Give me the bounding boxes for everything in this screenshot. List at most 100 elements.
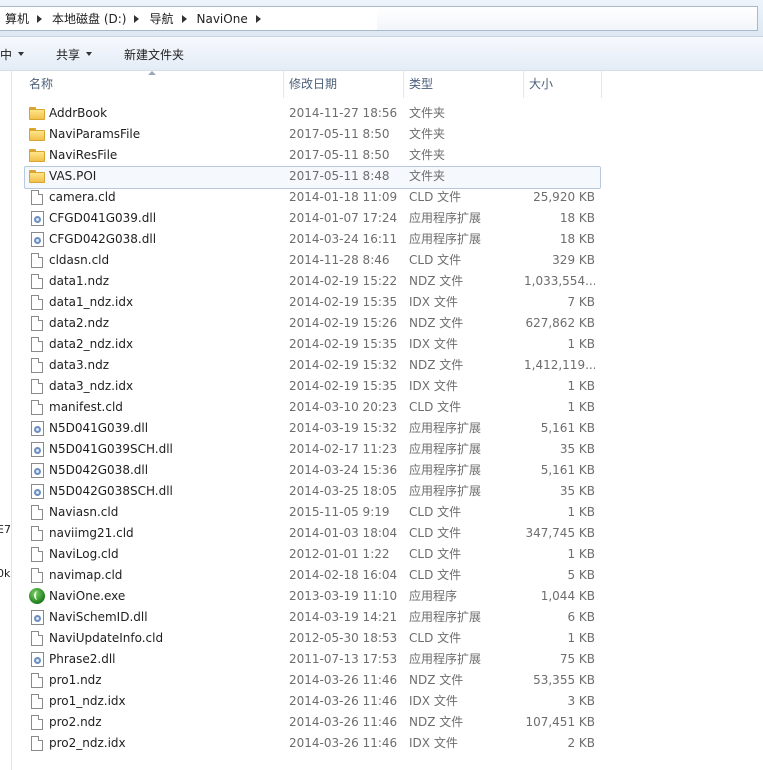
file-row[interactable]: NaviParamsFile 2017-05-11 8:50 文件夹	[12, 124, 763, 145]
file-date: 2014-02-17 11:23	[289, 442, 398, 456]
file-row[interactable]: pro1.ndz 2014-03-26 11:46 NDZ 文件 53,355 KB	[12, 670, 763, 691]
column-header-date[interactable]: 修改日期	[284, 71, 404, 98]
file-type: NDZ 文件	[409, 274, 464, 288]
file-name: NaviParamsFile	[49, 127, 141, 141]
file-row[interactable]: data3_ndz.idx 2014-02-19 15:35 IDX 文件 1 KB	[12, 376, 763, 397]
navigation-pane[interactable]: E7 0k	[0, 71, 12, 770]
file-row[interactable]: N5D042G038.dll 2014-03-24 15:36 应用程序扩展 5,16…	[12, 460, 763, 481]
file-type: CLD 文件	[409, 631, 462, 645]
column-header-type[interactable]: 类型	[404, 71, 524, 98]
file-date: 2014-02-19 15:22	[289, 274, 398, 288]
file-type: 文件夹	[409, 148, 446, 162]
file-date: 2014-02-19 15:35	[289, 337, 398, 351]
file-name: pro2_ndz.idx	[49, 736, 126, 750]
file-size: 5,161 KB	[540, 463, 595, 477]
file-row[interactable]: Phrase2.dll 2011-07-13 17:53 应用程序扩展 75 KB	[12, 649, 763, 670]
file-row[interactable]: N5D042G038SCH.dll 2014-03-25 18:05 应用程序扩展 3…	[12, 481, 763, 502]
breadcrumb-item-navione[interactable]: NaviOne	[193, 7, 267, 30]
include-label: 中	[0, 47, 13, 62]
file-row[interactable]: CFGD041G039.dll 2014-01-07 17:24 应用程序扩展 18 …	[12, 208, 763, 229]
file-date: 2014-02-19 15:26	[289, 316, 398, 330]
file-date: 2014-03-26 11:46	[289, 736, 398, 750]
file-row[interactable]: NaviSchemID.dll 2014-03-19 14:21 应用程序扩展 6 K…	[12, 607, 763, 628]
file-size: 107,451 KB	[525, 715, 595, 729]
file-name: data1_ndz.idx	[49, 295, 134, 309]
breadcrumb-item-drive-d[interactable]: 本地磁盘 (D:)	[48, 7, 145, 30]
file-name: data3.ndz	[49, 358, 109, 372]
file-row[interactable]: N5D041G039SCH.dll 2014-02-17 11:23 应用程序扩展 3…	[12, 439, 763, 460]
breadcrumb-item-navigation[interactable]: 导航	[145, 7, 192, 30]
breadcrumb-item-computer[interactable]: 算机	[1, 7, 48, 30]
file-icon	[29, 376, 45, 397]
file-row[interactable]: NaviUpdateInfo.cld 2012-05-30 18:53 CLD 文件…	[12, 628, 763, 649]
file-row[interactable]: NaviOne.exe 2013-03-19 11:10 应用程序 1,044 KB	[12, 586, 763, 607]
chevron-right-icon[interactable]	[37, 14, 43, 23]
file-name: pro1_ndz.idx	[49, 694, 126, 708]
file-row[interactable]: pro2.ndz 2014-03-26 11:46 NDZ 文件 107,451 KB	[12, 712, 763, 733]
file-size: 347,745 KB	[525, 526, 595, 540]
chevron-right-icon[interactable]	[255, 14, 261, 23]
file-row[interactable]: camera.cld 2014-01-18 11:09 CLD 文件 25,920 K…	[12, 187, 763, 208]
address-empty-area[interactable]	[377, 7, 757, 30]
dll-icon	[29, 229, 45, 250]
file-name: VAS.POI	[49, 169, 97, 183]
file-name: data2.ndz	[49, 316, 109, 330]
file-date: 2014-02-19 15:35	[289, 379, 398, 393]
file-row[interactable]: AddrBook 2014-11-27 18:56 文件夹	[12, 103, 763, 124]
file-icon	[29, 502, 45, 523]
file-row[interactable]: VAS.POI 2017-05-11 8:48 文件夹	[12, 166, 763, 189]
column-header-name[interactable]: 名称	[24, 71, 284, 98]
file-icon	[29, 334, 45, 355]
include-in-library-button[interactable]: 中	[0, 37, 25, 71]
breadcrumb-label: 导航	[149, 12, 174, 26]
file-row[interactable]: data1_ndz.idx 2014-02-19 15:35 IDX 文件 7 KB	[12, 292, 763, 313]
chevron-right-icon[interactable]	[181, 14, 187, 23]
file-row[interactable]: manifest.cld 2014-03-10 20:23 CLD 文件 1 KB	[12, 397, 763, 418]
file-type: 应用程序扩展	[409, 442, 482, 456]
file-size: 75 KB	[559, 652, 595, 666]
breadcrumb-label: 本地磁盘 (D:)	[52, 12, 127, 26]
breadcrumb[interactable]: 算机 本地磁盘 (D:) 导航 NaviOne	[0, 6, 758, 31]
file-row[interactable]: pro1_ndz.idx 2014-03-26 11:46 IDX 文件 3 KB	[12, 691, 763, 712]
file-type: 应用程序扩展	[409, 610, 482, 624]
file-type: CLD 文件	[409, 400, 462, 414]
column-header-size[interactable]: 大小	[524, 71, 602, 98]
file-row[interactable]: data1.ndz 2014-02-19 15:22 NDZ 文件 1,033,554…	[12, 271, 763, 292]
share-button[interactable]: 共享	[56, 37, 93, 71]
file-icon	[29, 712, 45, 733]
file-row[interactable]: data2.ndz 2014-02-19 15:26 NDZ 文件 627,862 K…	[12, 313, 763, 334]
file-name: N5D041G039SCH.dll	[49, 442, 173, 456]
file-list: AddrBook 2014-11-27 18:56 文件夹 NaviParamsFil…	[12, 103, 763, 754]
file-name: NaviResFile	[49, 148, 118, 162]
file-name: camera.cld	[49, 190, 116, 204]
file-row[interactable]: NaviResFile 2017-05-11 8:50 文件夹	[12, 145, 763, 166]
file-row[interactable]: navimap.cld 2014-02-18 16:04 CLD 文件 5 KB	[12, 565, 763, 586]
file-row[interactable]: data3.ndz 2014-02-19 15:32 NDZ 文件 1,412,119…	[12, 355, 763, 376]
file-type: CLD 文件	[409, 568, 462, 582]
file-name: CFGD042G038.dll	[49, 232, 157, 246]
file-type: IDX 文件	[409, 694, 458, 708]
file-name: cldasn.cld	[49, 253, 110, 267]
file-row[interactable]: CFGD042G038.dll 2014-03-24 16:11 应用程序扩展 18 …	[12, 229, 763, 250]
file-row[interactable]: cldasn.cld 2014-11-28 8:46 CLD 文件 329 KB	[12, 250, 763, 271]
file-row[interactable]: pro2_ndz.idx 2014-03-26 11:46 IDX 文件 2 KB	[12, 733, 763, 754]
new-folder-button[interactable]: 新建文件夹	[124, 37, 184, 71]
file-name: data1.ndz	[49, 274, 109, 288]
file-date: 2014-03-25 18:05	[289, 484, 398, 498]
breadcrumb-label: NaviOne	[196, 11, 248, 26]
file-size: 6 KB	[567, 610, 595, 624]
file-size: 7 KB	[567, 295, 595, 309]
file-row[interactable]: naviimg21.cld 2014-01-03 18:04 CLD 文件 347,7…	[12, 523, 763, 544]
file-row[interactable]: NaviLog.cld 2012-01-01 1:22 CLD 文件 1 KB	[12, 544, 763, 565]
file-size: 1,412,119...	[524, 358, 595, 372]
nav-item-fragment[interactable]: 0k	[0, 567, 10, 580]
dll-icon	[29, 481, 45, 502]
file-date: 2014-03-19 15:32	[289, 421, 398, 435]
chevron-right-icon[interactable]	[134, 14, 140, 23]
file-row[interactable]: data2_ndz.idx 2014-02-19 15:35 IDX 文件 1 KB	[12, 334, 763, 355]
file-icon	[29, 691, 45, 712]
file-row[interactable]: N5D041G039.dll 2014-03-19 15:32 应用程序扩展 5,16…	[12, 418, 763, 439]
file-row[interactable]: Naviasn.cld 2015-11-05 9:19 CLD 文件 1 KB	[12, 502, 763, 523]
file-size: 53,355 KB	[533, 673, 595, 687]
nav-item-fragment[interactable]: E7	[0, 523, 11, 536]
